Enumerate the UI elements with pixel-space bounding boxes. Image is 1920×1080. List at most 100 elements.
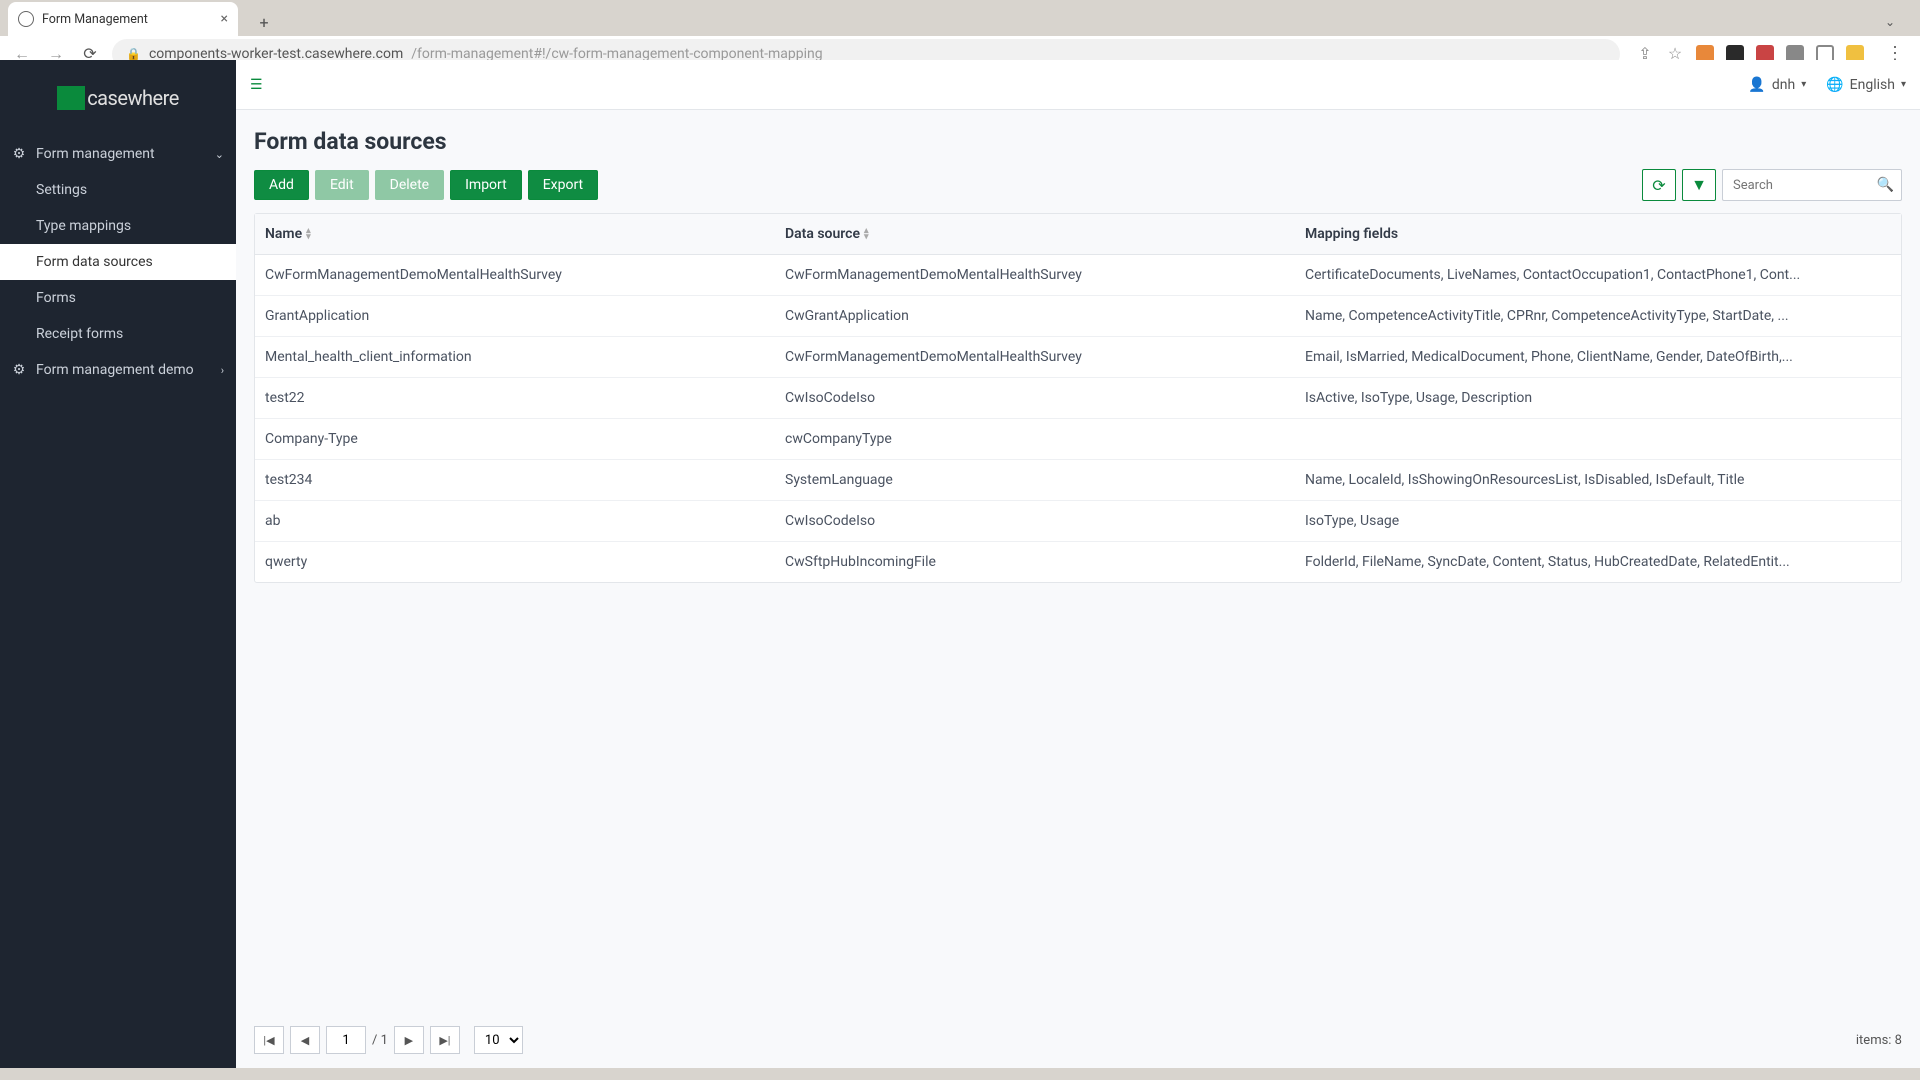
pager-size-select[interactable]: 10 <box>474 1026 523 1054</box>
column-header-name[interactable]: Name ▴▾ <box>255 214 775 254</box>
hamburger-icon[interactable]: ☰ <box>250 77 270 93</box>
lock-icon: 🔒 <box>126 47 141 61</box>
user-menu[interactable]: 👤 dnh ▾ <box>1748 77 1806 93</box>
edit-button: Edit <box>315 170 369 200</box>
sidebar-item-type-mappings[interactable]: Type mappings <box>0 208 236 244</box>
pager-page-input[interactable] <box>326 1026 366 1054</box>
cell-data-source: CwIsoCodeIso <box>775 501 1295 541</box>
sidebar-group-label: Form management demo <box>36 362 194 378</box>
pager-last-button[interactable]: ▶| <box>430 1026 460 1054</box>
delete-button: Delete <box>375 170 444 200</box>
sidebar-group-form-management[interactable]: ⚙ Form management ⌄ <box>0 136 236 172</box>
cell-name: Mental_health_client_information <box>255 337 775 377</box>
sidebar-item-label: Settings <box>36 182 87 198</box>
cell-data-source: cwCompanyType <box>775 419 1295 459</box>
table-row[interactable]: test234SystemLanguageName, LocaleId, IsS… <box>255 460 1901 501</box>
pager: |◀ ◀ / 1 ▶ ▶| 10 items: 8 <box>254 1016 1902 1068</box>
logo-text: casewhere <box>87 86 179 110</box>
filter-button[interactable]: ▼ <box>1682 169 1716 201</box>
table-row[interactable]: Company-TypecwCompanyType <box>255 419 1901 460</box>
column-label: Mapping fields <box>1305 226 1398 242</box>
chevron-down-icon: ▾ <box>1901 79 1906 90</box>
sidebar-item-form-data-sources[interactable]: Form data sources <box>0 244 236 280</box>
topbar: ☰ 👤 dnh ▾ 🌐 English ▾ <box>236 60 1920 110</box>
add-button[interactable]: Add <box>254 170 309 200</box>
browser-tab[interactable]: Form Management × <box>8 2 238 36</box>
cell-mapping-fields: CertificateDocuments, LiveNames, Contact… <box>1295 255 1901 295</box>
toolbar-right: ⟳ ▼ 🔍 <box>1642 169 1902 201</box>
table-row[interactable]: CwFormManagementDemoMentalHealthSurveyCw… <box>255 255 1901 296</box>
sidebar-group-label: Form management <box>36 146 155 162</box>
column-header-data-source[interactable]: Data source ▴▾ <box>775 214 1295 254</box>
table-body: CwFormManagementDemoMentalHealthSurveyCw… <box>255 255 1901 582</box>
chevron-down-icon: ▾ <box>1801 79 1806 90</box>
cell-mapping-fields: Email, IsMarried, MedicalDocument, Phone… <box>1295 337 1901 377</box>
table-header: Name ▴▾ Data source ▴▾ Mapping fields <box>255 214 1901 255</box>
globe-icon: 🌐 <box>1826 77 1843 93</box>
cell-name: ab <box>255 501 775 541</box>
sort-icon: ▴▾ <box>306 228 311 240</box>
column-label: Data source <box>785 226 860 242</box>
gear-icon: ⚙ <box>12 363 26 377</box>
cell-mapping-fields <box>1295 419 1901 459</box>
table-row[interactable]: qwertyCwSftpHubIncomingFileFolderId, Fil… <box>255 542 1901 582</box>
items-count: items: 8 <box>1856 1033 1902 1048</box>
content: Form data sources Add Edit Delete Import… <box>236 110 1920 1068</box>
cell-data-source: CwSftpHubIncomingFile <box>775 542 1295 582</box>
export-button[interactable]: Export <box>528 170 598 200</box>
cell-mapping-fields: Name, LocaleId, IsShowingOnResourcesList… <box>1295 460 1901 500</box>
cell-mapping-fields: IsoType, Usage <box>1295 501 1901 541</box>
cell-name: Company-Type <box>255 419 775 459</box>
cell-name: CwFormManagementDemoMentalHealthSurvey <box>255 255 775 295</box>
sidebar-item-forms[interactable]: Forms <box>0 280 236 316</box>
app: casewhere ⚙ Form management ⌄ Settings T… <box>0 60 1920 1068</box>
column-label: Name <box>265 226 302 242</box>
table-row[interactable]: Mental_health_client_informationCwFormMa… <box>255 337 1901 378</box>
cell-mapping-fields: IsActive, IsoType, Usage, Description <box>1295 378 1901 418</box>
cell-name: qwerty <box>255 542 775 582</box>
search-wrap: 🔍 <box>1722 169 1902 201</box>
sidebar-item-label: Receipt forms <box>36 326 123 342</box>
table-row[interactable]: test22CwIsoCodeIsoIsActive, IsoType, Usa… <box>255 378 1901 419</box>
search-input[interactable] <box>1722 169 1902 201</box>
cell-data-source: CwFormManagementDemoMentalHealthSurvey <box>775 255 1295 295</box>
sidebar: casewhere ⚙ Form management ⌄ Settings T… <box>0 60 236 1068</box>
user-name: dnh <box>1772 77 1795 93</box>
sort-icon: ▴▾ <box>864 228 869 240</box>
cell-data-source: SystemLanguage <box>775 460 1295 500</box>
new-tab-button[interactable]: + <box>250 8 278 36</box>
column-header-mapping-fields[interactable]: Mapping fields <box>1295 214 1901 254</box>
globe-icon <box>18 11 34 27</box>
language-menu[interactable]: 🌐 English ▾ <box>1826 77 1906 93</box>
sidebar-item-label: Forms <box>36 290 76 306</box>
data-table: Name ▴▾ Data source ▴▾ Mapping fields Cw… <box>254 213 1902 583</box>
pager-next-button[interactable]: ▶ <box>394 1026 424 1054</box>
sidebar-item-label: Type mappings <box>36 218 131 234</box>
topbar-right: 👤 dnh ▾ 🌐 English ▾ <box>1748 77 1906 93</box>
sidebar-group-form-management-demo[interactable]: ⚙ Form management demo › <box>0 352 236 388</box>
cell-name: test234 <box>255 460 775 500</box>
table-row[interactable]: GrantApplicationCwGrantApplicationName, … <box>255 296 1901 337</box>
search-icon[interactable]: 🔍 <box>1877 177 1894 193</box>
cell-name: GrantApplication <box>255 296 775 336</box>
sidebar-item-receipt-forms[interactable]: Receipt forms <box>0 316 236 352</box>
refresh-button[interactable]: ⟳ <box>1642 169 1676 201</box>
cell-data-source: CwIsoCodeIso <box>775 378 1295 418</box>
toolbar: Add Edit Delete Import Export ⟳ ▼ 🔍 <box>254 169 1902 201</box>
tab-title: Form Management <box>42 12 148 27</box>
sidebar-item-settings[interactable]: Settings <box>0 172 236 208</box>
logo-icon <box>57 86 85 110</box>
cell-data-source: CwGrantApplication <box>775 296 1295 336</box>
cell-mapping-fields: FolderId, FileName, SyncDate, Content, S… <box>1295 542 1901 582</box>
import-button[interactable]: Import <box>450 170 522 200</box>
close-icon[interactable]: × <box>221 11 228 27</box>
tabs-dropdown-icon[interactable]: ⌄ <box>1876 8 1904 36</box>
pager-of-label: / 1 <box>372 1033 388 1048</box>
sidebar-item-label: Form data sources <box>36 254 153 270</box>
cell-mapping-fields: Name, CompetenceActivityTitle, CPRnr, Co… <box>1295 296 1901 336</box>
table-row[interactable]: abCwIsoCodeIsoIsoType, Usage <box>255 501 1901 542</box>
cell-data-source: CwFormManagementDemoMentalHealthSurvey <box>775 337 1295 377</box>
browser-chrome: Form Management × + ⌄ ← → ⟳ 🔒 components… <box>0 0 1920 60</box>
pager-first-button[interactable]: |◀ <box>254 1026 284 1054</box>
pager-prev-button[interactable]: ◀ <box>290 1026 320 1054</box>
